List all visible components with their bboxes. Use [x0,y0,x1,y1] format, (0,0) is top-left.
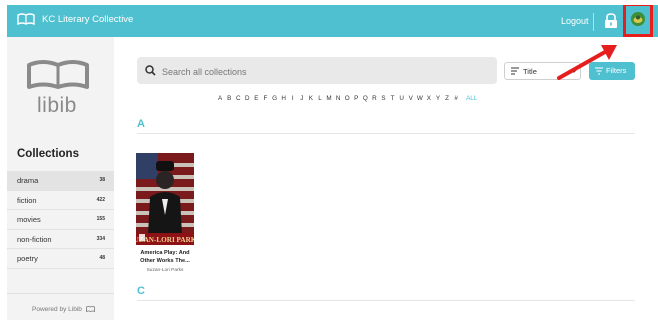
collection-count: 38 [99,177,105,183]
alphabet-letter-k[interactable]: K [308,95,314,102]
sidebar: libib Collections drama 38 fiction 422 m… [7,37,114,320]
collection-label: non-fiction [17,234,52,244]
alphabet-letter-h[interactable]: H [281,95,287,102]
alphabet-letter-t[interactable]: T [389,95,395,102]
sidebar-divider [7,293,114,294]
collection-item-movies[interactable]: movies 155 [7,210,114,230]
libib-logo-text: libib [37,94,77,117]
logout-link[interactable]: Logout [561,16,589,26]
red-arrow-annotation [557,45,617,80]
section-divider [137,133,635,134]
section-divider [137,300,635,301]
alphabet-letter-y[interactable]: Y [435,95,441,102]
small-book-icon [85,306,95,313]
alphabet-letter-f[interactable]: F [262,95,268,102]
alphabet-letter-c[interactable]: C [235,95,241,102]
avatar-highlight-box [623,5,653,37]
collection-count: 334 [96,235,105,242]
avatar-emblem-icon [631,12,645,26]
sort-icon [511,67,519,75]
alphabet-letter-m[interactable]: M [326,95,332,102]
collection-count: 48 [99,255,105,261]
collection-label: poetry [17,254,38,263]
app-name: KC Literary Collective [42,13,134,25]
section-letter-a: A [137,118,145,130]
collection-label: drama [17,176,39,185]
collection-label: fiction [17,195,37,205]
alphabet-letter-q[interactable]: Q [362,95,368,102]
collection-count: 422 [96,196,105,203]
book-cover-image: SUZAN-LORI PARKS [136,153,194,245]
powered-by-text: Powered by Libib [32,306,82,313]
alphabet-letter-a[interactable]: A [217,95,223,102]
collection-item-fiction[interactable]: fiction 422 [7,191,114,210]
alphabet-letter-z[interactable]: Z [444,95,450,102]
alphabet-letter-i[interactable]: I [290,95,296,102]
search-bar [137,57,497,84]
user-avatar[interactable] [631,12,645,26]
alphabet-letter-d[interactable]: D [244,95,250,102]
sort-label: Title [523,67,537,76]
alphabet-letter-x[interactable]: X [426,95,432,102]
alphabet-letter-g[interactable]: G [271,95,277,102]
alphabet-letter-hash[interactable]: # [453,95,459,102]
alphabet-letter-e[interactable]: E [253,95,259,102]
collections-list: drama 38 fiction 422 movies 155 non-fict… [7,171,114,269]
alphabet-filter: A B C D E F G H I J K L M N O P Q R S T U V W X Y Z # ALL [217,95,477,102]
search-input[interactable] [160,61,494,82]
alphabet-letter-l[interactable]: L [317,95,323,102]
alphabet-all[interactable]: ALL [466,95,477,102]
top-bar: KC Literary Collective Logout [7,5,658,37]
search-icon [145,65,156,76]
alphabet-letter-j[interactable]: J [299,95,305,102]
alphabet-letter-v[interactable]: V [408,95,414,102]
alphabet-letter-r[interactable]: R [371,95,377,102]
header-divider [593,13,594,31]
book-title: America Play: And Other Works The... [140,250,190,264]
open-book-icon [17,13,35,25]
alphabet-letter-o[interactable]: O [344,95,350,102]
powered-by-link[interactable]: Powered by Libib [32,306,95,313]
collection-label: movies [17,215,41,224]
alphabet-letter-b[interactable]: B [226,95,232,102]
collection-item-drama[interactable]: drama 38 [7,171,114,191]
collection-item-non-fiction[interactable]: non-fiction 334 [7,230,114,249]
section-letter-c: C [137,285,145,297]
collections-heading: Collections [17,148,79,160]
alphabet-letter-n[interactable]: N [335,95,341,102]
collection-item-poetry[interactable]: poetry 48 [7,249,114,269]
collection-count: 155 [96,216,105,222]
app-window: KC Literary Collective Logout libib Coll… [7,5,658,320]
brand[interactable]: KC Literary Collective [17,13,133,25]
alphabet-letter-u[interactable]: U [399,95,405,102]
book-author: Suzan-Lori Parks [146,268,184,273]
libib-logo-icon [27,60,89,89]
alphabet-letter-p[interactable]: P [353,95,359,102]
alphabet-letter-w[interactable]: W [417,95,423,102]
lock-icon[interactable] [604,13,618,29]
alphabet-letter-s[interactable]: S [380,95,386,102]
